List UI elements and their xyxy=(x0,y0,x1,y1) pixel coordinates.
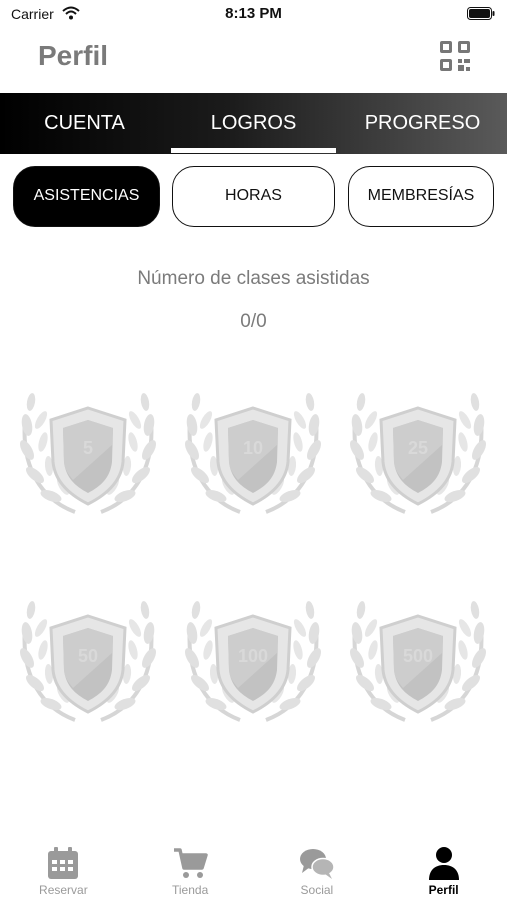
battery-icon xyxy=(467,7,495,20)
badge-value: 10 xyxy=(242,438,264,458)
badge-value: 50 xyxy=(77,646,99,666)
nav-tienda[interactable]: Tienda xyxy=(127,840,254,900)
chat-bubbles-icon xyxy=(299,849,335,879)
badge-value: 500 xyxy=(402,646,434,666)
badge-value: 100 xyxy=(237,646,269,666)
badge-500: 500 xyxy=(343,588,493,730)
qr-code-icon[interactable] xyxy=(439,40,471,72)
cart-icon xyxy=(174,848,208,878)
badge-10: 10 xyxy=(178,380,328,522)
status-time: 8:13 PM xyxy=(225,5,282,22)
attended-classes-value: 0/0 xyxy=(240,311,267,332)
nav-label: Tienda xyxy=(172,883,209,897)
badge-25: 25 xyxy=(343,380,493,522)
calendar-icon xyxy=(48,847,79,879)
nav-perfil[interactable]: Perfil xyxy=(380,840,507,900)
nav-label: Perfil xyxy=(428,883,459,897)
status-bar: Carrier 8:13 PM xyxy=(0,0,507,30)
tab-cuenta[interactable]: CUENTA xyxy=(0,93,169,154)
nav-label: Social xyxy=(300,883,334,897)
tab-logros[interactable]: LOGROS xyxy=(169,93,338,154)
page-title: Perfil xyxy=(38,40,109,71)
segment-horas[interactable]: HORAS xyxy=(172,166,335,227)
nav-label: Reservar xyxy=(39,883,88,897)
nav-social[interactable]: Social xyxy=(254,840,381,900)
nav-reservar[interactable]: Reservar xyxy=(0,840,127,900)
segment-asistencias[interactable]: ASISTENCIAS xyxy=(13,166,160,227)
top-tab-bar: CUENTA LOGROS PROGRESO xyxy=(0,93,507,154)
segment-membresias[interactable]: MEMBRESÍAS xyxy=(348,166,494,227)
badge-50: 50 xyxy=(13,588,163,730)
badge-5: 5 xyxy=(13,380,163,522)
user-icon xyxy=(428,847,459,880)
badge-100: 100 xyxy=(178,588,328,730)
segment-control: ASISTENCIAS HORAS MEMBRESÍAS xyxy=(13,166,494,227)
attended-classes-label: Número de clases asistidas xyxy=(137,268,370,289)
bottom-tab-bar: Reservar Tienda Social Perfil xyxy=(0,840,507,900)
tab-progreso[interactable]: PROGRESO xyxy=(338,93,507,154)
badge-value: 5 xyxy=(82,438,93,458)
badge-value: 25 xyxy=(407,438,429,458)
